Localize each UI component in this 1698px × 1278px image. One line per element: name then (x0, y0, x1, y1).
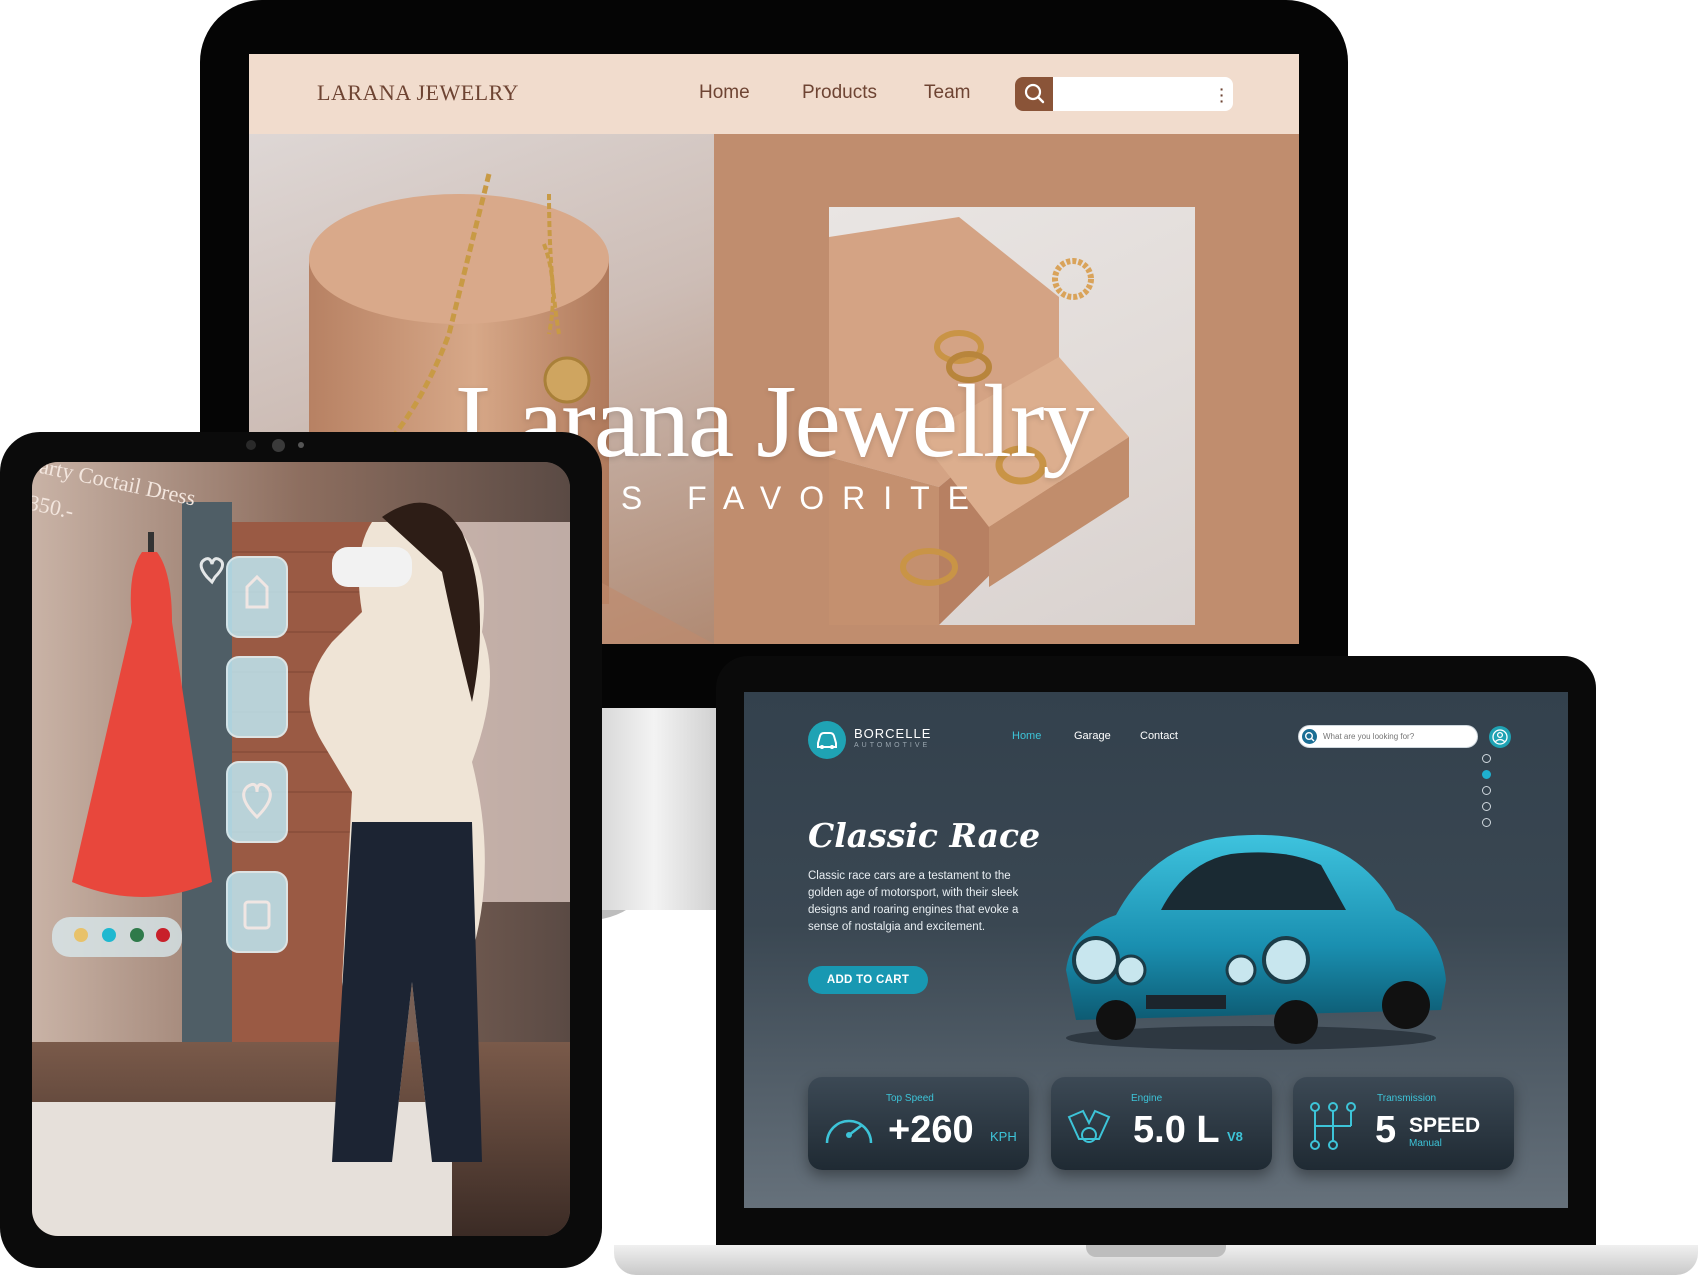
speedometer-icon (825, 1119, 873, 1144)
slider-dot-4[interactable] (1482, 802, 1491, 811)
brand-name: BORCELLE (854, 726, 932, 741)
nav-link-products[interactable]: Products (802, 82, 877, 104)
nav-link-team[interactable]: Team (924, 82, 970, 104)
search-icon[interactable] (1302, 729, 1317, 744)
monitor-stand-neck (600, 690, 720, 910)
vr-scene-photo (32, 462, 570, 1236)
jewelry-search-bar: · · · (1015, 77, 1233, 111)
nav-link-home[interactable]: Home (699, 82, 750, 104)
search-input[interactable] (1323, 727, 1473, 746)
brand-tagline: AUTOMOTIVE (854, 742, 931, 749)
car-logo-icon[interactable] (808, 721, 846, 759)
stat-unit: KPH (990, 1129, 1017, 1144)
stat-unit: V8 (1227, 1129, 1243, 1144)
jewelry-navbar: LARANA JEWELRY Home Products Team · · · (249, 54, 1299, 134)
stat-value: +260 (888, 1109, 974, 1151)
automotive-search-bar (1298, 725, 1478, 748)
slider-dot-2[interactable] (1482, 770, 1491, 779)
stat-note: Manual (1409, 1138, 1442, 1149)
user-profile-icon[interactable] (1489, 726, 1511, 748)
stat-label: Top Speed (886, 1093, 934, 1104)
search-icon (1024, 83, 1045, 104)
kebab-menu-icon[interactable]: · · · (1219, 82, 1225, 108)
gear-shift-icon (1310, 1102, 1356, 1150)
add-to-cart-button[interactable]: ADD TO CART (808, 966, 928, 994)
nav-link-contact[interactable]: Contact (1140, 730, 1178, 742)
stat-card-transmission: Transmission 5 SPEED Manual (1293, 1077, 1514, 1170)
tablet-sensor (246, 440, 256, 450)
search-button[interactable] (1015, 77, 1053, 111)
hero-title: Classic Race (808, 816, 1041, 855)
stat-label: Engine (1131, 1093, 1163, 1104)
color-swatch-yellow[interactable] (74, 928, 88, 942)
stat-card-top-speed: Top Speed +260 KPH (808, 1077, 1029, 1170)
tablet-camera (272, 439, 285, 452)
nav-link-home[interactable]: Home (1012, 730, 1041, 742)
color-swatch-cyan[interactable] (102, 928, 116, 942)
search-input[interactable] (1059, 79, 1213, 111)
automotive-website: BORCELLE AUTOMOTIVE Home Garage Contact … (744, 692, 1568, 1208)
classic-car-image (1066, 834, 1446, 1050)
stat-unit: SPEED (1409, 1114, 1481, 1137)
stat-card-engine: Engine 5.0 L V8 (1051, 1077, 1272, 1170)
stat-value: 5.0 L (1133, 1109, 1220, 1151)
slider-dot-1[interactable] (1482, 754, 1491, 763)
laptop-notch (1086, 1245, 1226, 1257)
vr-shopping-scene: Party Coctail Dress 350.- (32, 462, 570, 1236)
jewelry-logo[interactable]: LARANA JEWELRY (317, 80, 519, 106)
slider-dot-5[interactable] (1482, 818, 1491, 827)
color-swatch-red[interactable] (156, 928, 170, 942)
slider-dot-3[interactable] (1482, 786, 1491, 795)
color-swatch-green[interactable] (130, 928, 144, 942)
stat-value: 5 (1375, 1109, 1397, 1151)
nav-link-garage[interactable]: Garage (1074, 730, 1111, 742)
engine-icon (1067, 1109, 1111, 1143)
hero-description: Classic race cars are a testament to the… (808, 870, 1019, 933)
tablet-sensor-small (298, 442, 304, 448)
stat-label: Transmission (1377, 1093, 1437, 1104)
